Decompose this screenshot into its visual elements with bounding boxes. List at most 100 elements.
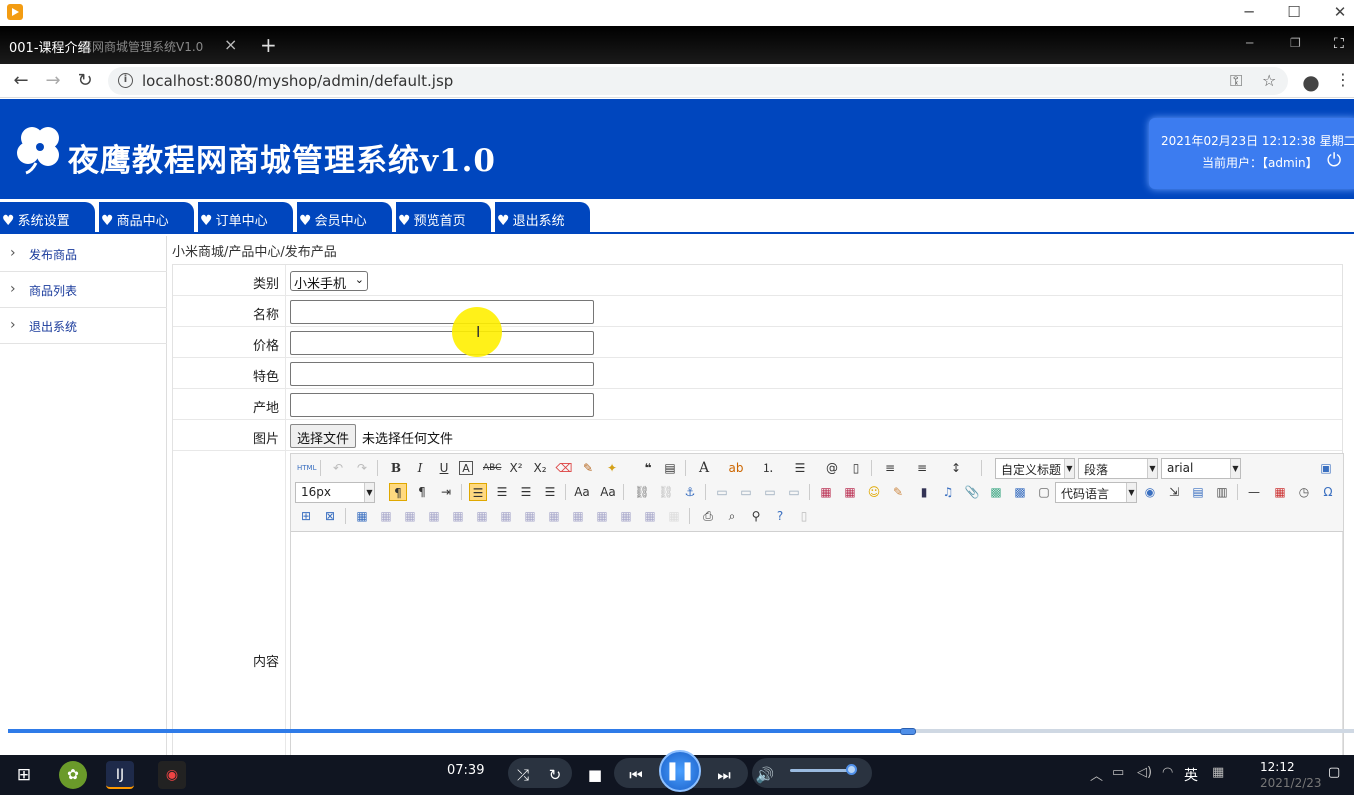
tray-chevron-icon[interactable]: ︿	[1090, 765, 1103, 784]
code-language-combo[interactable]: 代码语言 ▼	[1055, 482, 1137, 503]
background-icon[interactable]: ▥	[1213, 483, 1231, 501]
ime-indicator[interactable]: 英	[1184, 765, 1198, 785]
row-spacing-top-icon[interactable]: ≡	[881, 459, 899, 477]
search-replace-icon[interactable]: ⊞	[297, 507, 315, 525]
battery-icon[interactable]: ▭	[1112, 765, 1124, 780]
repeat-icon[interactable]: ↻	[544, 759, 566, 791]
back-icon[interactable]: ←	[10, 70, 32, 91]
windows-start-icon[interactable]: ⊞	[10, 761, 38, 789]
delete-row-icon[interactable]: ▦	[449, 507, 467, 525]
horizontal-rule-icon[interactable]: —	[1245, 483, 1263, 501]
notification-icon[interactable]: ▢	[1328, 765, 1340, 780]
star-icon[interactable]: ☆	[1262, 71, 1276, 90]
menu-item-logout[interactable]: ♥ 退出系统	[495, 202, 590, 234]
forward-icon[interactable]: →	[42, 70, 64, 91]
sidebar-item-publish-product[interactable]: › 发布商品	[0, 236, 167, 272]
insert-frame-icon[interactable]: ▢	[1035, 483, 1053, 501]
menu-icon[interactable]: ⋮	[1332, 70, 1354, 89]
emotion-icon[interactable]: ☺	[865, 483, 883, 501]
chrome-icon[interactable]: ◉	[158, 761, 186, 789]
new-tab-icon[interactable]: +	[260, 33, 277, 57]
fullscreen-editor-icon[interactable]: ▣	[1317, 459, 1335, 477]
volume-thumb[interactable]	[846, 764, 857, 775]
map-icon[interactable]: ▩	[987, 483, 1005, 501]
font-size-combo[interactable]: 16px ▼	[295, 482, 375, 503]
maximize-button[interactable]: ☐	[1284, 3, 1304, 21]
link-icon[interactable]: ⛓	[633, 483, 651, 501]
tab-title[interactable]: 001-课程介绍	[9, 37, 91, 56]
menu-item-preview-home[interactable]: ♥ 预览首页	[396, 202, 491, 234]
unordered-list-icon[interactable]: ☰	[791, 459, 809, 477]
menu-item-system-settings[interactable]: ♥ 系统设置	[0, 202, 95, 234]
unlink-icon[interactable]: ⛓	[657, 483, 675, 501]
table-properties-icon[interactable]: ▦	[665, 507, 683, 525]
eraser-icon[interactable]: ⌫	[555, 459, 573, 477]
ltr-icon[interactable]: ¶	[389, 483, 407, 501]
align-right-icon[interactable]: ☰	[517, 483, 535, 501]
line-height-icon[interactable]: ↕	[947, 459, 965, 477]
image-right-icon[interactable]: ▭	[761, 483, 779, 501]
undo-icon[interactable]: ↶	[329, 459, 347, 477]
merge-right-icon[interactable]: ▦	[545, 507, 563, 525]
align-left-icon[interactable]: ☰	[469, 483, 487, 501]
key-icon[interactable]: ⚿	[1230, 71, 1242, 91]
music-icon[interactable]: ♫	[939, 483, 957, 501]
category-select[interactable]: 小米手机 ⌄	[290, 271, 368, 292]
auto-format-icon[interactable]: ✦	[603, 459, 621, 477]
split-cols-icon[interactable]: ▦	[641, 507, 659, 525]
special-char-icon[interactable]: Ω	[1319, 483, 1337, 501]
search-icon[interactable]: ⚲	[747, 507, 765, 525]
wifi-icon[interactable]: ◠	[1162, 765, 1173, 780]
merge-down-icon[interactable]: ▦	[569, 507, 587, 525]
next-icon[interactable]: ⏭	[710, 759, 738, 791]
pause-button[interactable]: ❚❚	[659, 750, 701, 792]
system-clock[interactable]: 12:12 2021/2/23	[1260, 759, 1322, 791]
feature-input[interactable]	[290, 362, 594, 386]
align-center-icon[interactable]: ☰	[493, 483, 511, 501]
font-family-combo[interactable]: arial ▼	[1161, 458, 1241, 479]
sidebar-item-logout[interactable]: › 退出系统	[0, 308, 167, 344]
preview-icon[interactable]: ⌕	[723, 507, 741, 525]
paste-text-icon[interactable]: ▤	[661, 459, 679, 477]
image-left-icon[interactable]: ▭	[737, 483, 755, 501]
merge-cells-icon[interactable]: ▦	[521, 507, 539, 525]
origin-input[interactable]	[290, 393, 594, 417]
power-icon[interactable]: ⏻	[1327, 150, 1341, 171]
intellij-icon[interactable]: IJ	[106, 761, 134, 789]
price-input[interactable]	[290, 331, 594, 355]
attachment-icon[interactable]: 📎	[963, 483, 981, 501]
drafts-icon[interactable]: ▯	[795, 507, 813, 525]
underline-icon[interactable]: U	[435, 459, 453, 477]
previous-icon[interactable]: ⏮	[622, 759, 650, 791]
name-input[interactable]	[290, 300, 594, 324]
redo-icon[interactable]: ↷	[353, 459, 371, 477]
stop-icon[interactable]: ■	[584, 759, 606, 791]
insert-col-icon[interactable]: ▦	[473, 507, 491, 525]
insert-image-icon[interactable]: ▦	[817, 483, 835, 501]
web-icon[interactable]: ◉	[1141, 483, 1159, 501]
superscript-icon[interactable]: X²	[507, 459, 525, 477]
choose-file-button[interactable]: 选择文件	[290, 424, 357, 448]
split-rows-icon[interactable]: ▦	[617, 507, 635, 525]
format-brush-icon[interactable]: ✎	[579, 459, 597, 477]
template-icon[interactable]: ▤	[1189, 483, 1207, 501]
menu-item-product-center[interactable]: ♥ 商品中心	[99, 202, 194, 234]
info-icon[interactable]: i	[118, 73, 133, 88]
volume-icon[interactable]: 🔊	[754, 759, 776, 791]
tab-minimize-icon[interactable]: ─	[1246, 36, 1253, 50]
tab-restore-icon[interactable]: ❐	[1290, 36, 1301, 50]
menu-item-member-center[interactable]: ♥ 会员中心	[297, 202, 392, 234]
image-none-icon[interactable]: ▭	[713, 483, 731, 501]
minimize-button[interactable]: ─	[1239, 3, 1259, 21]
blockquote-icon[interactable]: ❝	[639, 459, 657, 477]
reload-icon[interactable]: ↻	[74, 70, 96, 91]
tab-close-icon[interactable]: ×	[224, 35, 237, 54]
fullscreen-icon[interactable]: ⛶	[1334, 36, 1344, 52]
anchor-icon[interactable]: ⚓	[681, 483, 699, 501]
delete-table-icon[interactable]: ▦	[377, 507, 395, 525]
video-icon[interactable]: ▮	[915, 483, 933, 501]
delete-col-icon[interactable]: ▦	[497, 507, 515, 525]
multi-image-icon[interactable]: ▦	[841, 483, 859, 501]
page-break-icon[interactable]: ⇲	[1165, 483, 1183, 501]
date-icon[interactable]: ▦	[1271, 483, 1289, 501]
